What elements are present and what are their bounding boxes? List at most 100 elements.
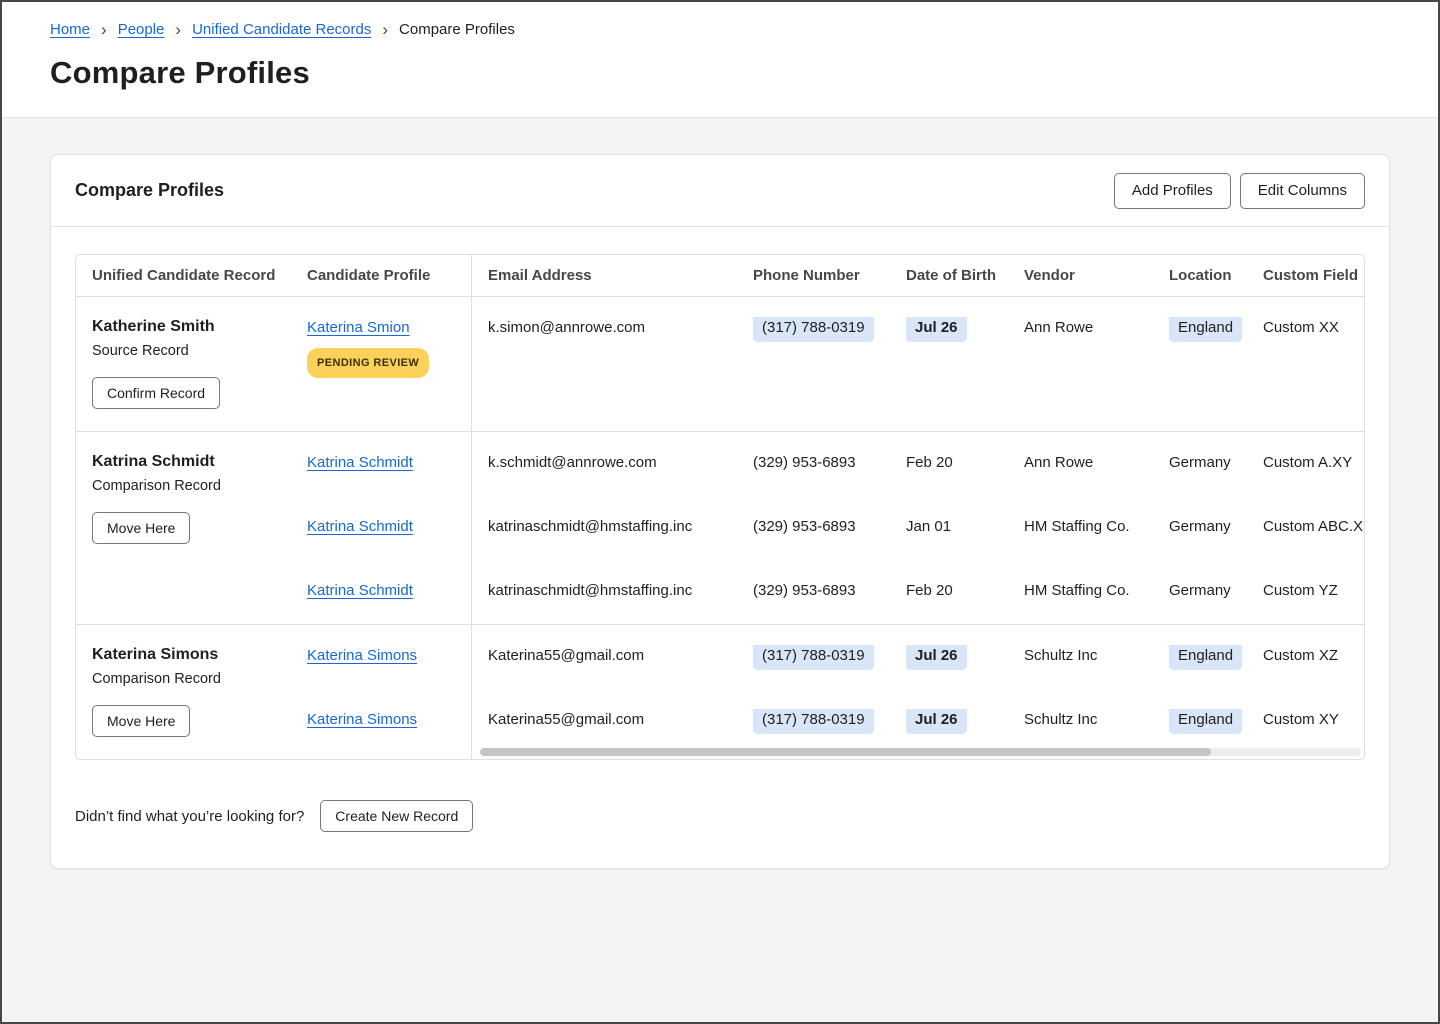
custom-field-cell: Custom A.XY [1253, 452, 1364, 474]
column-divider [471, 255, 472, 759]
location-cell: England [1153, 317, 1253, 342]
table-header-row: Unified Candidate Record Candidate Profi… [76, 255, 1364, 297]
move-here-button[interactable]: Move Here [92, 705, 190, 737]
create-new-record-button[interactable]: Create New Record [320, 800, 473, 832]
vendor-cell: Ann Rowe [1008, 452, 1153, 474]
column-header-custom-field: Custom Field [1253, 265, 1364, 287]
vendor-cell: Schultz Inc [1008, 645, 1153, 667]
candidate-profile-link[interactable]: Katerina Simons [307, 709, 417, 731]
profile-rows: Katerina Smion PENDING REVIEW k.simon@an… [291, 297, 1364, 431]
candidate-profile-link[interactable]: Katrina Schmidt [307, 516, 413, 538]
custom-field-cell: Custom ABC.X [1253, 516, 1364, 538]
page-content: Compare Profiles Add Profiles Edit Colum… [2, 118, 1438, 905]
phone-highlight: (317) 788-0319 [753, 317, 874, 342]
breadcrumb-link-people[interactable]: People [118, 21, 165, 38]
custom-field-cell: Custom XY [1253, 709, 1364, 731]
dob-cell: Jan 01 [898, 516, 1008, 538]
breadcrumb-link-home[interactable]: Home [50, 21, 90, 38]
custom-field-cell: Custom XZ [1253, 645, 1364, 667]
vendor-cell: Ann Rowe [1008, 317, 1153, 339]
profile-row: Katrina Schmidt katrinaschmidt@hmstaffin… [291, 560, 1364, 624]
record-name: Katrina Schmidt [92, 452, 275, 472]
breadcrumb: Home › People › Unified Candidate Record… [50, 21, 1390, 38]
candidate-profile-cell: Katerina Simons [291, 645, 471, 667]
dob-cell: Jul 26 [898, 317, 1008, 342]
record-group-katherine-smith: Katherine Smith Source Record Confirm Re… [76, 297, 1364, 431]
unified-record-cell: Katerina Simons Comparison Record Move H… [76, 625, 291, 759]
vendor-cell: HM Staffing Co. [1008, 580, 1153, 602]
dob-cell: Feb 20 [898, 580, 1008, 602]
candidate-profile-cell: Katrina Schmidt [291, 580, 471, 602]
unified-record-cell: Katherine Smith Source Record Confirm Re… [76, 297, 291, 431]
candidate-profile-link[interactable]: Katrina Schmidt [307, 580, 413, 602]
candidate-profile-link[interactable]: Katrina Schmidt [307, 452, 413, 474]
record-name: Katerina Simons [92, 645, 275, 665]
record-type: Comparison Record [92, 671, 275, 687]
pending-review-badge: PENDING REVIEW [307, 348, 429, 378]
phone-cell: (329) 953-6893 [743, 452, 898, 474]
dob-cell: Feb 20 [898, 452, 1008, 474]
chevron-right-icon: › [175, 21, 181, 38]
profile-rows: Katrina Schmidt k.schmidt@annrowe.com (3… [291, 432, 1364, 624]
dob-highlight: Jul 26 [906, 709, 967, 734]
card-body: Unified Candidate Record Candidate Profi… [51, 227, 1389, 868]
page-title: Compare Profiles [50, 55, 1390, 91]
vendor-cell: HM Staffing Co. [1008, 516, 1153, 538]
card-footer: Didn’t find what you’re looking for? Cre… [75, 800, 1365, 832]
candidate-profile-cell: Katrina Schmidt [291, 452, 471, 474]
column-header-phone: Phone Number [743, 265, 898, 287]
column-header-email: Email Address [471, 265, 743, 287]
custom-field-cell: Custom XX [1253, 317, 1364, 339]
move-here-button[interactable]: Move Here [92, 512, 190, 544]
candidate-profile-link[interactable]: Katerina Simons [307, 645, 417, 667]
card-actions: Add Profiles Edit Columns [1114, 173, 1365, 209]
location-highlight: England [1169, 709, 1242, 734]
column-header-dob: Date of Birth [898, 265, 1008, 287]
unified-record-cell: Katrina Schmidt Comparison Record Move H… [76, 432, 291, 624]
compare-table: Unified Candidate Record Candidate Profi… [75, 254, 1365, 760]
dob-highlight: Jul 26 [906, 317, 967, 342]
location-cell: England [1153, 645, 1253, 670]
candidate-profile-link[interactable]: Katerina Smion [307, 317, 410, 339]
column-header-candidate-profile: Candidate Profile [291, 265, 471, 287]
horizontal-scrollbar[interactable] [480, 748, 1361, 756]
profile-row: Katerina Smion PENDING REVIEW k.simon@an… [291, 297, 1364, 378]
column-header-unified-record: Unified Candidate Record [76, 265, 291, 287]
location-cell: Germany [1153, 452, 1253, 474]
candidate-profile-cell: Katrina Schmidt [291, 516, 471, 538]
profile-row: Katrina Schmidt k.schmidt@annrowe.com (3… [291, 432, 1364, 496]
location-cell: Germany [1153, 580, 1253, 602]
dob-cell: Jul 26 [898, 645, 1008, 670]
email-cell: k.schmidt@annrowe.com [471, 452, 743, 474]
phone-highlight: (317) 788-0319 [753, 645, 874, 670]
profile-row: Katerina Simons Katerina55@gmail.com (31… [291, 625, 1364, 689]
dob-highlight: Jul 26 [906, 645, 967, 670]
location-highlight: England [1169, 317, 1242, 342]
scrollbar-thumb[interactable] [480, 748, 1211, 756]
phone-highlight: (317) 788-0319 [753, 709, 874, 734]
phone-cell: (317) 788-0319 [743, 317, 898, 342]
not-found-prompt: Didn’t find what you’re looking for? [75, 808, 304, 825]
app-window: Home › People › Unified Candidate Record… [0, 0, 1440, 1024]
breadcrumb-current: Compare Profiles [399, 21, 515, 38]
card-header: Compare Profiles Add Profiles Edit Colum… [51, 155, 1389, 227]
email-cell: Katerina55@gmail.com [471, 645, 743, 667]
page-header: Home › People › Unified Candidate Record… [2, 2, 1438, 118]
breadcrumb-link-unified-candidate-records[interactable]: Unified Candidate Records [192, 21, 371, 38]
column-header-location: Location [1153, 265, 1253, 287]
confirm-record-button[interactable]: Confirm Record [92, 377, 220, 409]
vendor-cell: Schultz Inc [1008, 709, 1153, 731]
chevron-right-icon: › [382, 21, 388, 38]
phone-cell: (317) 788-0319 [743, 645, 898, 670]
email-cell: Katerina55@gmail.com [471, 709, 743, 731]
phone-cell: (317) 788-0319 [743, 709, 898, 734]
card-title: Compare Profiles [75, 180, 224, 201]
chevron-right-icon: › [101, 21, 107, 38]
add-profiles-button[interactable]: Add Profiles [1114, 173, 1231, 209]
record-type: Source Record [92, 343, 275, 359]
email-cell: k.simon@annrowe.com [471, 317, 743, 339]
location-cell: Germany [1153, 516, 1253, 538]
edit-columns-button[interactable]: Edit Columns [1240, 173, 1365, 209]
phone-cell: (329) 953-6893 [743, 516, 898, 538]
candidate-profile-cell: Katerina Smion PENDING REVIEW [291, 317, 471, 378]
